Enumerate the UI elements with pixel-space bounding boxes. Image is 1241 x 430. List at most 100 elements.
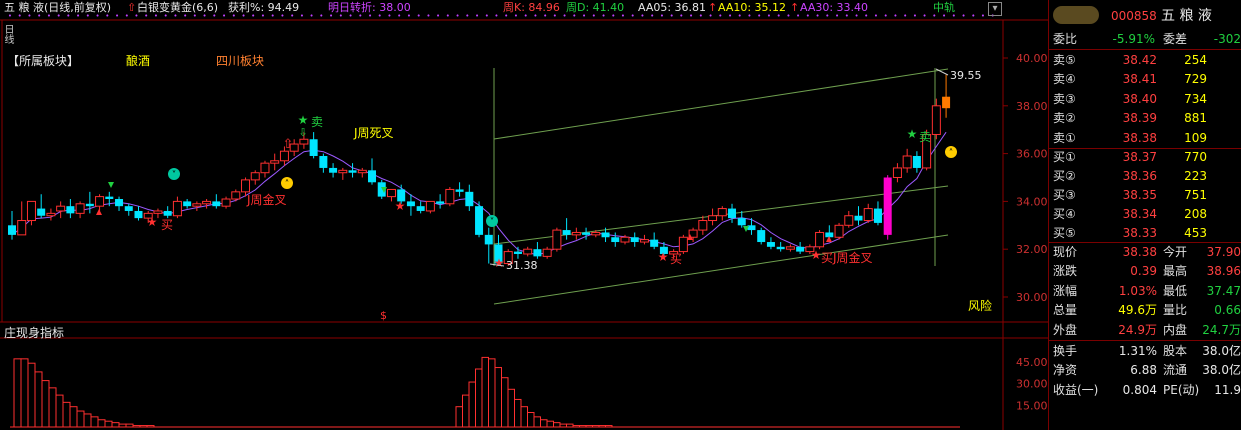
up-arrow-icon-3: ↑ [790, 1, 800, 14]
buy-label-3: 买 [821, 251, 834, 265]
ask-row[interactable]: 卖④ 38.41 729 [1049, 70, 1241, 88]
ask-row[interactable]: 卖② 38.39 881 [1049, 109, 1241, 127]
bid-row[interactable]: 买⑤ 38.33 453 [1049, 224, 1241, 242]
candle-body [202, 200, 212, 205]
candle [562, 218, 571, 240]
high-price-label: 39.55 [950, 69, 982, 82]
ask-label: 卖② [1053, 111, 1076, 126]
bid-row[interactable]: 买② 38.36 223 [1049, 167, 1241, 185]
candle-body [591, 231, 601, 236]
logo-icon [1053, 6, 1099, 24]
weibi-value: -5.91% [1112, 32, 1155, 46]
grid-dot: • [903, 12, 907, 20]
j-week-gold-cross-2: J周金叉 [833, 251, 873, 265]
sub-bar [48, 387, 57, 428]
bid-row[interactable]: 买④ 38.34 208 [1049, 205, 1241, 223]
ask-row[interactable]: 卖⑤ 38.42 254 [1049, 51, 1241, 69]
kline-chart-area[interactable]: • • • • • • • • • • • • • • • • • • • • • • • • • • • • • • • • • • • • • • • •… [0, 0, 1048, 430]
candle-body [796, 246, 805, 252]
quote-header: 000858 五 粮 液 [1049, 2, 1241, 28]
sector-tag-liquor[interactable]: 酿酒 [126, 52, 150, 69]
candle-body [902, 155, 912, 169]
candle [124, 203, 133, 216]
chevron-glyph: ˅ [490, 218, 495, 228]
ask-volume: 881 [1184, 111, 1207, 126]
candle [611, 232, 620, 247]
candle [357, 167, 367, 178]
grid-dot: • [465, 12, 469, 20]
candle-body [338, 169, 348, 174]
chevron-glyph: ˄ [285, 180, 290, 190]
stat-label: 涨幅 [1053, 283, 1078, 298]
bid-row[interactable]: 买① 38.37 770 [1049, 148, 1241, 166]
sub-bar [76, 410, 85, 428]
grid-dot: • [961, 12, 965, 20]
stat-label: 收益(一) [1053, 382, 1099, 397]
candle [425, 200, 435, 214]
candle [309, 132, 318, 159]
stat-value-2: 38.0亿 [1202, 344, 1241, 358]
candle [844, 210, 854, 228]
sub-bar [475, 368, 483, 428]
sector-tag-sichuan[interactable]: 四川板块 [216, 52, 264, 69]
sector-label: 【所属板块】 [7, 54, 80, 68]
ask-price: 38.40 [1122, 91, 1157, 106]
stat-row: 总量 49.6万 量比 0.66 [1049, 301, 1241, 319]
sub-bar [527, 412, 535, 428]
bid-row[interactable]: 买③ 38.35 751 [1049, 186, 1241, 204]
candle-body [571, 231, 581, 236]
candle [172, 196, 182, 219]
candle [56, 201, 66, 219]
candle-body [562, 230, 571, 235]
ask-row[interactable]: 卖① 38.38 109 [1049, 129, 1241, 147]
candle [183, 199, 192, 209]
candle-body [270, 160, 280, 164]
grid-dot: • [417, 12, 421, 20]
weicha-value: -302 [1213, 32, 1241, 46]
candle [766, 237, 775, 250]
candle [8, 210, 16, 240]
candle [37, 194, 46, 219]
kline-chart[interactable]: • • • • • • • • • • • • • • • • • • • • • • • • • • • • • • • • • • • • • • • •… [0, 0, 1048, 430]
candle-body [873, 208, 882, 223]
grid-dot: • [300, 12, 304, 20]
candle [902, 148, 912, 173]
sell-label-2: 卖 [919, 130, 932, 144]
candle-body [124, 206, 133, 211]
stat-value: 24.9万 [1118, 322, 1157, 337]
candle [815, 230, 825, 250]
stat-label-2: PE(动) [1163, 382, 1200, 397]
sub-bar [462, 394, 470, 428]
chevron-glyph: ˄ [949, 149, 954, 159]
arrow-up-icon: ⇧ [127, 1, 137, 14]
stat-label-2: 今开 [1163, 245, 1188, 259]
candle [863, 203, 873, 223]
price-tick-label: 38.00 [1016, 100, 1048, 113]
stat-row: 涨幅 1.03% 最低 37.47 [1049, 282, 1241, 300]
bid-price: 38.33 [1122, 226, 1157, 240]
buy-label-1: 买 [161, 218, 174, 232]
stat-row: 外盘 24.9万 内盘 24.7万 [1049, 321, 1241, 339]
candle [931, 98, 941, 140]
aa10-value: AA10: 35.12 [718, 1, 787, 14]
candle [630, 232, 639, 247]
dollar-marker: $ [380, 309, 387, 322]
ask-volume: 734 [1184, 91, 1207, 106]
bid-label: 买③ [1053, 188, 1076, 202]
stat-value-2: 37.90 [1206, 245, 1241, 259]
candle [17, 201, 27, 236]
ask-volume: 109 [1184, 130, 1207, 145]
indicator-name[interactable]: 白银变黄金(6,6) [137, 1, 218, 15]
grid-dot: • [494, 12, 498, 20]
sub-tick-label: 45.00 [1016, 356, 1048, 369]
chevron-down-icon[interactable]: ▾ [988, 2, 1002, 16]
candle [192, 201, 202, 211]
candle-body [260, 162, 270, 174]
candle [270, 153, 280, 171]
ask-price: 38.42 [1122, 53, 1157, 67]
sub-indicator-title[interactable]: 庄现身指标 [4, 324, 64, 341]
candle [134, 206, 143, 221]
ask-row[interactable]: 卖③ 38.40 734 [1049, 90, 1241, 108]
candle [513, 246, 522, 259]
stat-value: 49.6万 [1118, 303, 1157, 318]
